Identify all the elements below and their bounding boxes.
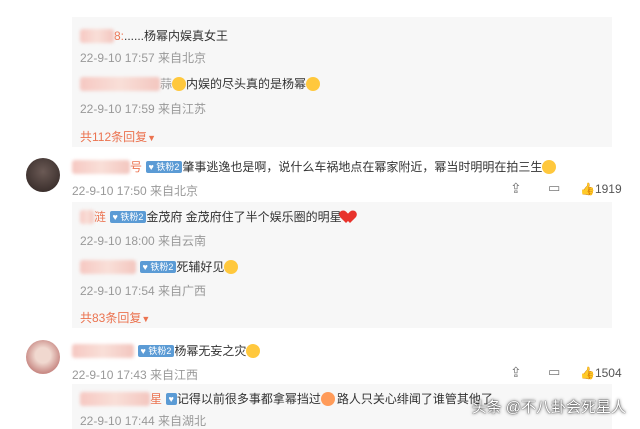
fan-badge: ♥ <box>166 392 177 405</box>
watermark: 头条 @不八卦会死星人 <box>471 399 626 416</box>
like-button[interactable]: 👍1919 <box>580 182 622 196</box>
like-button[interactable]: 👍1504 <box>580 366 622 380</box>
username[interactable] <box>80 259 136 274</box>
face-emoji-icon <box>320 391 335 406</box>
reply-2-1: 涟 ♥ 铁粉2 金茂府 金茂府住了半个娱乐圈的明星 <box>80 208 358 226</box>
thinking-emoji-icon <box>542 159 557 174</box>
more-replies-link[interactable]: 共112条回复▼ <box>80 128 156 145</box>
chevron-down-icon: ▼ <box>141 314 151 324</box>
reply-meta: 22-9-10 17:54 来自广西 <box>80 284 207 298</box>
reply-meta: 22-9-10 17:44 来自湖北 <box>80 414 207 428</box>
thumbs-up-icon: 👍 <box>580 366 595 380</box>
reply-3-1: 星 ♥ 记得以前很多事都拿幂挡过 路人只关心绯闻了谁管其他了 <box>80 390 493 408</box>
comment-icon[interactable]: ▭ <box>548 180 560 196</box>
reply-meta: 22-9-10 18:00 来自云南 <box>80 234 207 248</box>
fan-badge: ♥ 铁粉2 <box>140 260 177 273</box>
more-replies-link[interactable]: 共83条回复▼ <box>80 309 150 326</box>
reply-meta: 22-9-10 17:59 来自江苏 <box>80 102 207 116</box>
reply-meta: 22-9-10 17:57 来自北京 <box>80 51 207 65</box>
comment-icon[interactable]: ▭ <box>548 364 560 380</box>
thumbs-up-icon: 👍 <box>580 182 595 196</box>
heart-icon <box>342 210 358 224</box>
comment-2: 号 ♥ 铁粉2 肇事逃逸也是啊，说什么车祸地点在幂家附近，幂当时明明在拍三生 <box>72 158 557 176</box>
username[interactable] <box>72 343 134 358</box>
username[interactable] <box>80 28 114 43</box>
crying-emoji-icon <box>246 343 261 358</box>
username[interactable] <box>80 209 94 224</box>
fan-badge: ♥ 铁粉2 <box>110 210 147 223</box>
grimace-emoji-icon <box>224 259 239 274</box>
avatar[interactable] <box>26 158 60 192</box>
face-emoji-icon <box>172 76 187 91</box>
fan-badge: ♥ 铁粉2 <box>138 344 175 357</box>
reply-1-1: 8:......杨幂内娱真女王 <box>80 27 228 45</box>
share-icon[interactable]: ⇪ <box>510 364 522 381</box>
username[interactable] <box>72 159 130 174</box>
laughing-emoji-icon <box>306 76 321 91</box>
comment-3: ♥ 铁粉2 杨幂无妄之灾 <box>72 342 261 360</box>
share-icon[interactable]: ⇪ <box>510 180 522 197</box>
reply-1-2: 蒜内娱的尽头真的是杨幂 <box>80 75 321 93</box>
username[interactable] <box>80 76 160 91</box>
reply-2-2: ♥ 铁粉2 死辅好见 <box>80 258 239 276</box>
comment-meta: 22-9-10 17:43 来自江西 <box>72 368 199 382</box>
comment-meta: 22-9-10 17:50 来自北京 <box>72 184 199 198</box>
avatar[interactable] <box>26 340 60 374</box>
username[interactable] <box>80 391 150 406</box>
chevron-down-icon: ▼ <box>147 133 157 143</box>
fan-badge: ♥ 铁粉2 <box>146 160 183 173</box>
